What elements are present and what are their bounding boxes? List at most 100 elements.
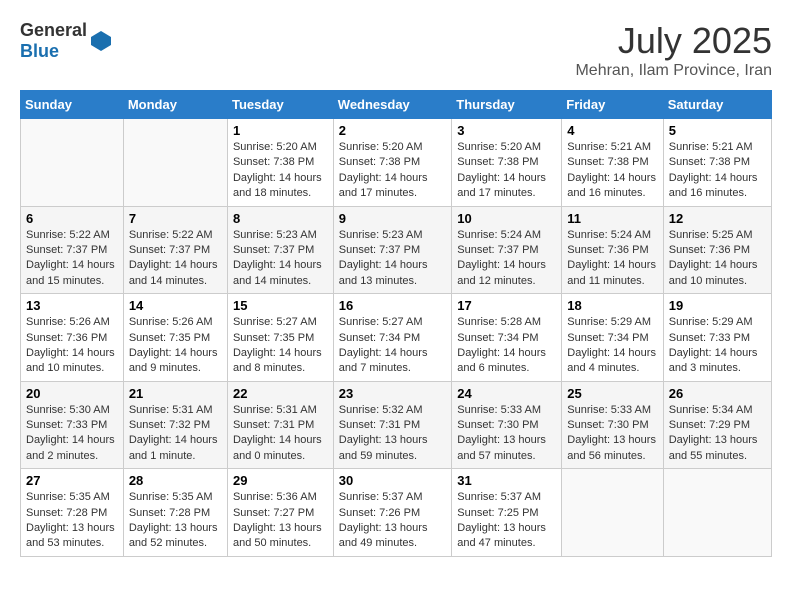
day-info: Sunrise: 5:27 AMSunset: 7:35 PMDaylight:… [233,315,328,377]
day-cell [663,469,771,557]
day-cell: 12Sunrise: 5:25 AMSunset: 7:36 PMDayligh… [663,206,771,294]
day-cell: 4Sunrise: 5:21 AMSunset: 7:38 PMDaylight… [562,119,663,207]
day-info: Sunrise: 5:31 AMSunset: 7:32 PMDaylight:… [129,403,222,465]
day-number: 19 [669,298,766,313]
day-number: 5 [669,123,766,138]
day-info: Sunrise: 5:29 AMSunset: 7:33 PMDaylight:… [669,315,766,377]
month-title: July 2025 [575,20,772,62]
day-cell: 31 Sunrise: 5:37 AMSunset: 7:25 PMDayligh… [452,469,562,557]
day-cell: 18 Sunrise: 5:29 AMSunset: 7:34 PMDayligh… [562,294,663,382]
day-cell: 25 Sunrise: 5:33 AMSunset: 7:30 PMDayligh… [562,381,663,469]
logo-general: General [20,20,87,40]
day-info: Sunrise: 5:29 AMSunset: 7:34 PMDaylight:… [567,315,657,377]
day-number: 16 [339,298,446,313]
week-row-3: 13Sunrise: 5:26 AMSunset: 7:36 PMDayligh… [21,294,772,382]
logo-text: General Blue [20,20,87,62]
day-info: Sunrise: 5:20 AMSunset: 7:38 PMDaylight:… [233,140,328,202]
day-of-week-wednesday: Wednesday [333,91,451,119]
day-number: 15 [233,298,328,313]
day-info: Sunrise: 5:23 AMSunset: 7:37 PMDaylight:… [339,228,446,290]
day-number: 29 [233,473,328,488]
week-row-5: 27 Sunrise: 5:35 AMSunset: 7:28 PMDayligh… [21,469,772,557]
day-cell: 29 Sunrise: 5:36 AMSunset: 7:27 PMDayligh… [227,469,333,557]
day-cell: 23 Sunrise: 5:32 AMSunset: 7:31 PMDayligh… [333,381,451,469]
day-number: 13 [26,298,118,313]
day-info: Sunrise: 5:35 AMSunset: 7:28 PMDaylight:… [129,490,222,552]
day-info: Sunrise: 5:27 AMSunset: 7:34 PMDaylight:… [339,315,446,377]
day-cell: 30 Sunrise: 5:37 AMSunset: 7:26 PMDayligh… [333,469,451,557]
day-info: Sunrise: 5:31 AMSunset: 7:31 PMDaylight:… [233,403,328,465]
day-cell: 22 Sunrise: 5:31 AMSunset: 7:31 PMDayligh… [227,381,333,469]
day-info: Sunrise: 5:20 AMSunset: 7:38 PMDaylight:… [457,140,556,202]
day-cell: 17 Sunrise: 5:28 AMSunset: 7:34 PMDayligh… [452,294,562,382]
day-info: Sunrise: 5:33 AMSunset: 7:30 PMDaylight:… [457,403,556,465]
day-number: 18 [567,298,657,313]
day-number: 14 [129,298,222,313]
day-info: Sunrise: 5:25 AMSunset: 7:36 PMDaylight:… [669,228,766,290]
day-number: 27 [26,473,118,488]
day-cell: 2Sunrise: 5:20 AMSunset: 7:38 PMDaylight… [333,119,451,207]
day-cell: 26Sunrise: 5:34 AMSunset: 7:29 PMDayligh… [663,381,771,469]
day-cell [123,119,227,207]
day-cell: 1 Sunrise: 5:20 AMSunset: 7:38 PMDaylight… [227,119,333,207]
day-cell: 19 Sunrise: 5:29 AMSunset: 7:33 PMDayligh… [663,294,771,382]
day-number: 22 [233,386,328,401]
day-info: Sunrise: 5:23 AMSunset: 7:37 PMDaylight:… [233,228,328,290]
day-number: 1 [233,123,328,138]
day-info: Sunrise: 5:24 AMSunset: 7:37 PMDaylight:… [457,228,556,290]
week-row-2: 6 Sunrise: 5:22 AMSunset: 7:37 PMDaylight… [21,206,772,294]
day-number: 23 [339,386,446,401]
day-cell: 24 Sunrise: 5:33 AMSunset: 7:30 PMDayligh… [452,381,562,469]
day-number: 21 [129,386,222,401]
title-area: July 2025 Mehran, Ilam Province, Iran [575,20,772,80]
day-info: Sunrise: 5:32 AMSunset: 7:31 PMDaylight:… [339,403,446,465]
day-info: Sunrise: 5:20 AMSunset: 7:38 PMDaylight:… [339,140,446,202]
day-info: Sunrise: 5:24 AMSunset: 7:36 PMDaylight:… [567,228,657,290]
day-of-week-monday: Monday [123,91,227,119]
day-cell: 14 Sunrise: 5:26 AMSunset: 7:35 PMDayligh… [123,294,227,382]
day-info: Sunrise: 5:33 AMSunset: 7:30 PMDaylight:… [567,403,657,465]
day-number: 3 [457,123,556,138]
day-cell [562,469,663,557]
day-cell: 20Sunrise: 5:30 AMSunset: 7:33 PMDayligh… [21,381,124,469]
day-cell: 16 Sunrise: 5:27 AMSunset: 7:34 PMDayligh… [333,294,451,382]
day-cell: 9 Sunrise: 5:23 AMSunset: 7:37 PMDaylight… [333,206,451,294]
day-cell: 5Sunrise: 5:21 AMSunset: 7:38 PMDaylight… [663,119,771,207]
day-number: 10 [457,211,556,226]
day-of-week-sunday: Sunday [21,91,124,119]
day-of-week-friday: Friday [562,91,663,119]
day-number: 25 [567,386,657,401]
logo-blue: Blue [20,41,59,61]
day-of-week-tuesday: Tuesday [227,91,333,119]
day-cell: 15 Sunrise: 5:27 AMSunset: 7:35 PMDayligh… [227,294,333,382]
day-number: 24 [457,386,556,401]
day-of-week-thursday: Thursday [452,91,562,119]
day-number: 20 [26,386,118,401]
days-header-row: SundayMondayTuesdayWednesdayThursdayFrid… [21,91,772,119]
day-cell: 3 Sunrise: 5:20 AMSunset: 7:38 PMDaylight… [452,119,562,207]
day-info: Sunrise: 5:37 AMSunset: 7:26 PMDaylight:… [339,490,446,552]
logo-icon [89,29,113,53]
day-cell: 11Sunrise: 5:24 AMSunset: 7:36 PMDayligh… [562,206,663,294]
day-info: Sunrise: 5:28 AMSunset: 7:34 PMDaylight:… [457,315,556,377]
logo: General Blue [20,20,113,62]
day-info: Sunrise: 5:36 AMSunset: 7:27 PMDaylight:… [233,490,328,552]
day-info: Sunrise: 5:35 AMSunset: 7:28 PMDaylight:… [26,490,118,552]
day-number: 7 [129,211,222,226]
day-info: Sunrise: 5:26 AMSunset: 7:35 PMDaylight:… [129,315,222,377]
day-number: 30 [339,473,446,488]
day-number: 31 [457,473,556,488]
day-info: Sunrise: 5:22 AMSunset: 7:37 PMDaylight:… [129,228,222,290]
day-cell: 8Sunrise: 5:23 AMSunset: 7:37 PMDaylight… [227,206,333,294]
day-number: 9 [339,211,446,226]
day-info: Sunrise: 5:34 AMSunset: 7:29 PMDaylight:… [669,403,766,465]
day-number: 28 [129,473,222,488]
day-cell: 10 Sunrise: 5:24 AMSunset: 7:37 PMDayligh… [452,206,562,294]
day-info: Sunrise: 5:37 AMSunset: 7:25 PMDaylight:… [457,490,556,552]
day-number: 6 [26,211,118,226]
week-row-1: 1 Sunrise: 5:20 AMSunset: 7:38 PMDaylight… [21,119,772,207]
location-title: Mehran, Ilam Province, Iran [575,62,772,80]
day-number: 17 [457,298,556,313]
calendar-table: SundayMondayTuesdayWednesdayThursdayFrid… [20,90,772,557]
day-cell: 6Sunrise: 5:22 AMSunset: 7:37 PMDaylight… [21,206,124,294]
